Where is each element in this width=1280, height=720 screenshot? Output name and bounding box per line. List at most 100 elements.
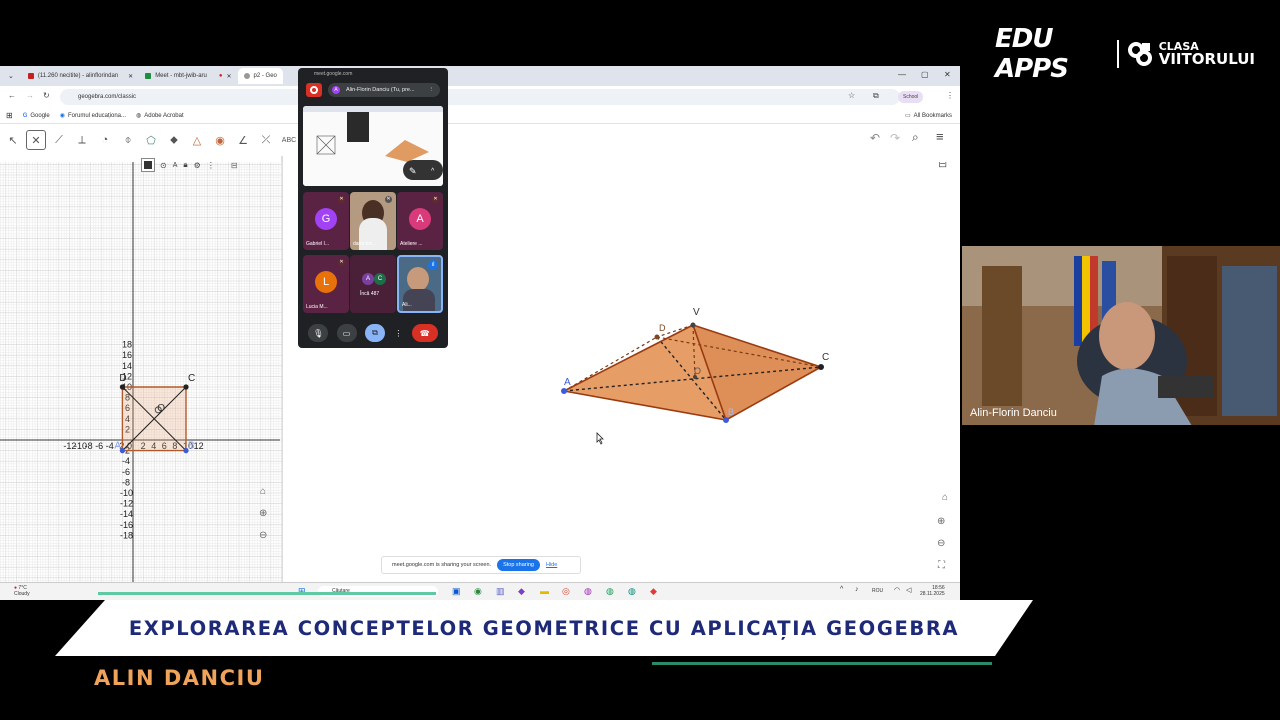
tab-meet[interactable]: Meet - mbt-jwib-aru ● ✕ — [139, 68, 237, 84]
self-view-tile[interactable]: ıl Ali... — [397, 255, 443, 313]
color-swatch[interactable] — [141, 158, 155, 172]
point-d[interactable] — [654, 334, 660, 340]
more-vert-icon[interactable]: ⋮ — [429, 83, 435, 97]
fullscreen-icon[interactable]: ⛶ — [937, 560, 946, 571]
more-vert-icon[interactable]: ⋮ — [207, 161, 215, 170]
leave-call-button[interactable]: ☎ — [411, 324, 438, 342]
gear-icon[interactable]: ⚙ — [194, 161, 201, 170]
label-v: V — [693, 307, 700, 318]
maximize-icon[interactable]: ▢ — [921, 70, 929, 79]
edge-icon[interactable]: ◉ — [474, 586, 482, 597]
back-icon[interactable]: ← — [8, 91, 16, 100]
point-b[interactable] — [723, 417, 729, 423]
reflect-icon[interactable]: ⤫ — [256, 130, 276, 150]
tab-geogebra[interactable]: p2 - Geo — [237, 68, 283, 84]
point-v[interactable] — [690, 322, 696, 328]
apps-grid-icon[interactable]: ⊞ — [6, 111, 13, 120]
bookmark-star-icon[interactable]: ☆ — [848, 91, 855, 100]
search-icon[interactable]: ⌕ — [912, 130, 919, 145]
sphere-icon[interactable]: △ — [187, 130, 207, 150]
weather-widget[interactable]: ● 7°C Cloudy — [14, 585, 30, 597]
reload-icon[interactable]: ↻ — [43, 91, 50, 100]
profile-chip[interactable]: School — [898, 91, 924, 103]
app-icon[interactable]: ◆ — [650, 586, 657, 597]
point-c[interactable] — [818, 364, 824, 370]
polygon-icon[interactable]: ⌽ — [118, 130, 138, 150]
point-style-icon[interactable]: ⊙ — [160, 161, 167, 170]
folder-icon[interactable]: ▬ — [540, 586, 549, 596]
bookmark-acrobat[interactable]: ◍ Adobe Acrobat — [136, 112, 184, 120]
point-c[interactable] — [183, 384, 189, 390]
circle-icon[interactable]: ◔ — [95, 130, 115, 150]
language-indicator[interactable]: ROU — [872, 588, 883, 594]
zoom-in-icon[interactable]: ⊕ — [937, 516, 945, 527]
toggle-stylebar-3d-icon[interactable]: ⊟ — [938, 158, 947, 170]
text-tool-icon[interactable]: ABC — [279, 130, 299, 150]
grid-2d[interactable]: -12-10-8 -6 -4 -2 0 2 4 6 8 10 1218161412108642-2-… — [0, 162, 282, 582]
graphics-view-2d[interactable]: -12 -10 -8 -6 -4 -2 0 2 4 6 8 10 12 18 16 14 12 10 8 6 4 2 -2-… — [0, 162, 282, 582]
hamburger-menu-icon[interactable]: ≡ — [936, 129, 944, 144]
minimize-icon[interactable]: — — [898, 70, 906, 79]
app-icon[interactable]: ◍ — [606, 586, 614, 597]
tab-close-icon[interactable]: ✕ — [128, 73, 133, 80]
all-bookmarks[interactable]: ▭ All Bookmarks — [905, 112, 952, 120]
presentation-thumbnail[interactable]: ✎ ^ — [303, 106, 443, 186]
extensions-icon[interactable]: ⧉ — [873, 91, 879, 101]
wifi-icon[interactable]: ◠ — [894, 586, 900, 594]
point-d[interactable] — [119, 384, 125, 390]
tab-menu-icon[interactable]: ⌄ — [8, 72, 14, 80]
browser-menu-icon[interactable]: ⋮ — [946, 91, 954, 100]
bookmark-google[interactable]: G Google — [23, 113, 50, 119]
cone-icon[interactable]: ⬠ — [141, 130, 161, 150]
speaking-icon: ıl — [428, 260, 438, 270]
chrome-icon[interactable]: ◎ — [562, 586, 570, 597]
stop-sharing-button[interactable]: Stop sharing — [497, 559, 540, 571]
toggle-stylebar-icon[interactable]: ⊟ — [231, 161, 238, 170]
hide-button[interactable]: Hide — [546, 562, 557, 568]
url-field[interactable]: geogebra.com/classic — [60, 89, 900, 105]
presenter-chip[interactable]: A Alin-Florin Danciu (Tu, pre... ⋮ — [328, 83, 440, 97]
segment-icon[interactable]: ⟋ — [49, 130, 69, 150]
participant-tile[interactable]: ✕ L Lucia M... — [303, 255, 349, 313]
close-window-icon[interactable]: ✕ — [944, 70, 951, 79]
zoom-out-icon[interactable]: ⊖ — [259, 530, 267, 541]
angle-icon[interactable]: ◉ — [210, 130, 230, 150]
redo-icon[interactable]: ↷ — [890, 131, 900, 145]
line-tool-icon[interactable]: ✕ — [26, 130, 46, 150]
home-view-icon[interactable]: ⌂ — [260, 486, 266, 497]
microphone-button[interactable]: 🎙︎ — [308, 324, 329, 342]
zoom-in-icon[interactable]: ⊕ — [259, 508, 267, 519]
point-a[interactable] — [561, 388, 567, 394]
lock-icon[interactable]: 🔒︎ — [183, 160, 187, 170]
forward-icon[interactable]: → — [26, 91, 34, 100]
pointer-icon[interactable]: ↖ — [3, 130, 23, 150]
more-participants-tile[interactable]: A C Încă 487 — [350, 255, 396, 313]
label-a: A — [564, 377, 571, 388]
angle-tool-icon[interactable]: ∠ — [233, 130, 253, 150]
zoom-out-icon[interactable]: ⊖ — [937, 538, 945, 549]
more-options-icon[interactable]: ⋮ — [393, 324, 403, 342]
present-button[interactable]: ⧉ — [364, 324, 385, 342]
tab-close-icon[interactable]: ✕ — [227, 73, 232, 80]
microphone-icon[interactable]: ♪ — [855, 586, 859, 593]
perpendicular-icon[interactable]: ⟂ — [72, 130, 92, 150]
undo-icon[interactable]: ↶ — [870, 131, 880, 145]
tab-gmail[interactable]: (11.260 necitite) - alinflorindan ✕ — [22, 68, 139, 84]
tray-arrow-icon[interactable]: ^ — [840, 586, 843, 593]
participant-tile[interactable]: ✕ A Ateliere ... — [397, 192, 443, 250]
app-icon[interactable]: ◍ — [584, 586, 592, 597]
volume-icon[interactable]: ◁ — [906, 586, 911, 594]
pyramid-icon[interactable]: ⬥ — [164, 130, 184, 150]
camera-button[interactable]: ▭ — [336, 324, 357, 342]
app-icon[interactable]: ◆ — [518, 586, 525, 597]
teams-icon[interactable]: ▥ — [496, 586, 505, 597]
bookmark-forum[interactable]: ◉ Forumul educaționa... — [60, 112, 126, 120]
participant-tile[interactable]: ✕ G Gabriel I... — [303, 192, 349, 250]
app-icon[interactable]: ▣ — [452, 586, 461, 597]
label-style-button[interactable]: A — [173, 162, 178, 169]
clock[interactable]: 18:56 28.11.2025 — [920, 585, 945, 597]
app-icon[interactable]: ◍ — [628, 586, 636, 597]
home-view-icon[interactable]: ⌂ — [942, 492, 948, 503]
meet-pip-window[interactable]: meet.google.com A Alin-Florin Danciu (Tu… — [298, 68, 448, 348]
participant-tile[interactable]: ✕ dana ton... — [350, 192, 396, 250]
